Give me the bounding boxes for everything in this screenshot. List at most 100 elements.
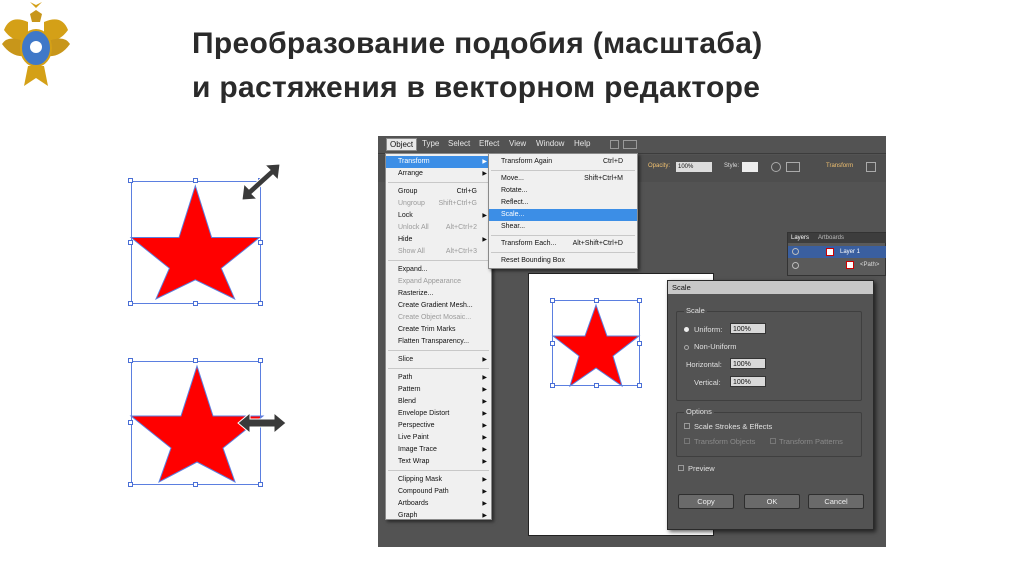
uniform-field[interactable]: 100%: [730, 323, 766, 334]
menu-item-scale[interactable]: Scale...: [489, 209, 637, 221]
menu-item-create-gradient-mesh[interactable]: Create Gradient Mesh...: [386, 300, 491, 312]
menu-item-lock[interactable]: Lock ▶: [386, 210, 491, 222]
resize-handle[interactable]: [128, 420, 133, 425]
resize-handle[interactable]: [193, 358, 198, 363]
title-line-1: Преобразование подобия (масштаба): [192, 27, 763, 60]
menu-item-flatten-transparency[interactable]: Flatten Transparency...: [386, 336, 491, 348]
menu-help[interactable]: Help: [574, 139, 590, 148]
horizontal-field[interactable]: 100%: [730, 358, 766, 369]
resize-handle[interactable]: [637, 298, 642, 303]
resize-handle[interactable]: [128, 301, 133, 306]
resize-handle[interactable]: [128, 482, 133, 487]
resize-handle[interactable]: [128, 240, 133, 245]
eye-icon[interactable]: [792, 248, 799, 255]
resize-handle[interactable]: [594, 383, 599, 388]
eye-icon[interactable]: [792, 262, 799, 269]
resize-handle[interactable]: [550, 341, 555, 346]
menu-item-artboards[interactable]: Artboards ▶: [386, 498, 491, 510]
menu-item-envelope-distort[interactable]: Envelope Distort ▶: [386, 408, 491, 420]
menu-object[interactable]: Object: [386, 138, 418, 151]
menu-item-reflect[interactable]: Reflect...: [489, 197, 637, 209]
opacity-field[interactable]: 100%: [676, 162, 712, 172]
menu-item-reset-bounding-box[interactable]: Reset Bounding Box: [489, 255, 637, 267]
menu-item-shear[interactable]: Shear...: [489, 221, 637, 233]
transform-patterns-checkbox[interactable]: [770, 438, 776, 444]
resize-handle[interactable]: [637, 383, 642, 388]
menu-item-rasterize[interactable]: Rasterize...: [386, 288, 491, 300]
align-icon[interactable]: [786, 162, 800, 172]
ok-button[interactable]: OK: [744, 494, 800, 509]
menu-item-label: Flatten Transparency...: [398, 338, 470, 345]
arrange-documents-icon[interactable]: [610, 140, 619, 149]
menu-item-expand[interactable]: Expand...: [386, 264, 491, 276]
preview-checkbox[interactable]: [678, 465, 684, 471]
resize-handle[interactable]: [128, 358, 133, 363]
menu-item-blend[interactable]: Blend ▶: [386, 396, 491, 408]
layer-name[interactable]: Layer 1: [840, 249, 860, 255]
menu-effect[interactable]: Effect: [479, 139, 499, 148]
path-name[interactable]: <Path>: [860, 262, 879, 268]
transform-objects-checkbox[interactable]: [684, 438, 690, 444]
menu-item-transform-again[interactable]: Transform Again Ctrl+D: [489, 156, 637, 168]
resize-handle[interactable]: [258, 358, 263, 363]
menu-item-arrange[interactable]: Arrange ▶: [386, 168, 491, 180]
tab-layers[interactable]: Layers: [791, 235, 809, 241]
menu-item-pattern[interactable]: Pattern ▶: [386, 384, 491, 396]
options-group-label: Options: [684, 407, 714, 416]
resize-handle[interactable]: [550, 298, 555, 303]
cancel-button[interactable]: Cancel: [808, 494, 864, 509]
menu-item-transform[interactable]: Transform ▶: [386, 156, 491, 168]
menu-item-unlock-all[interactable]: Unlock All Alt+Ctrl+2: [386, 222, 491, 234]
menu-item-graph[interactable]: Graph ▶: [386, 510, 491, 522]
menu-type[interactable]: Type: [422, 139, 439, 148]
menu-item-image-trace[interactable]: Image Trace ▶: [386, 444, 491, 456]
non-uniform-radio[interactable]: [684, 345, 689, 350]
resize-handle[interactable]: [594, 298, 599, 303]
resize-handle[interactable]: [258, 240, 263, 245]
menu-item-text-wrap[interactable]: Text Wrap ▶: [386, 456, 491, 468]
menu-item-label: Hide: [398, 236, 413, 243]
menu-item-rotate[interactable]: Rotate...: [489, 185, 637, 197]
menu-item-slice[interactable]: Slice ▶: [386, 354, 491, 366]
selection-bounding-box: [552, 300, 640, 386]
resize-handle[interactable]: [637, 341, 642, 346]
uniform-radio[interactable]: [684, 327, 689, 332]
menu-item-perspective[interactable]: Perspective ▶: [386, 420, 491, 432]
menu-item-move[interactable]: Move... Shift+Ctrl+M: [489, 173, 637, 185]
transform-link[interactable]: Transform: [826, 163, 853, 169]
menu-item-live-paint[interactable]: Live Paint ▶: [386, 432, 491, 444]
menu-item-hide[interactable]: Hide ▶: [386, 234, 491, 246]
scale-strokes-checkbox[interactable]: [684, 423, 690, 429]
menu-item-label: Text Wrap: [398, 458, 430, 465]
style-swatch[interactable]: [742, 162, 758, 172]
menu-item-label: Lock: [398, 212, 413, 219]
menu-item-compound-path[interactable]: Compound Path ▶: [386, 486, 491, 498]
menu-item-ungroup[interactable]: Ungroup Shift+Ctrl+G: [386, 198, 491, 210]
menu-window[interactable]: Window: [536, 139, 564, 148]
menu-item-clipping-mask[interactable]: Clipping Mask ▶: [386, 474, 491, 486]
menu-item-label: Ungroup: [398, 200, 425, 207]
menu-item-group[interactable]: Group Ctrl+G: [386, 186, 491, 198]
recolor-icon[interactable]: [771, 162, 781, 172]
copy-button[interactable]: Copy: [678, 494, 734, 509]
menu-item-create-trim-marks[interactable]: Create Trim Marks: [386, 324, 491, 336]
tab-artboards[interactable]: Artboards: [818, 235, 844, 241]
vertical-field[interactable]: 100%: [730, 376, 766, 387]
menu-item-transform-each[interactable]: Transform Each... Alt+Shift+Ctrl+D: [489, 238, 637, 250]
resize-handle[interactable]: [193, 178, 198, 183]
menu-item-path[interactable]: Path ▶: [386, 372, 491, 384]
menu-item-expand-appearance[interactable]: Expand Appearance: [386, 276, 491, 288]
menu-item-create-object-mosaic[interactable]: Create Object Mosaic...: [386, 312, 491, 324]
resize-handle[interactable]: [550, 383, 555, 388]
resize-handle[interactable]: [193, 301, 198, 306]
menu-select[interactable]: Select: [448, 139, 470, 148]
resize-handle[interactable]: [258, 482, 263, 487]
menu-item-show-all[interactable]: Show All Alt+Ctrl+3: [386, 246, 491, 258]
resize-handle[interactable]: [258, 301, 263, 306]
resize-handle[interactable]: [128, 178, 133, 183]
resize-handle[interactable]: [193, 482, 198, 487]
workspace-switcher-icon[interactable]: [623, 140, 637, 149]
menu-view[interactable]: View: [509, 139, 526, 148]
isolate-icon[interactable]: [866, 162, 876, 172]
menu-item-shortcut: Shift+Ctrl+G: [438, 200, 477, 207]
